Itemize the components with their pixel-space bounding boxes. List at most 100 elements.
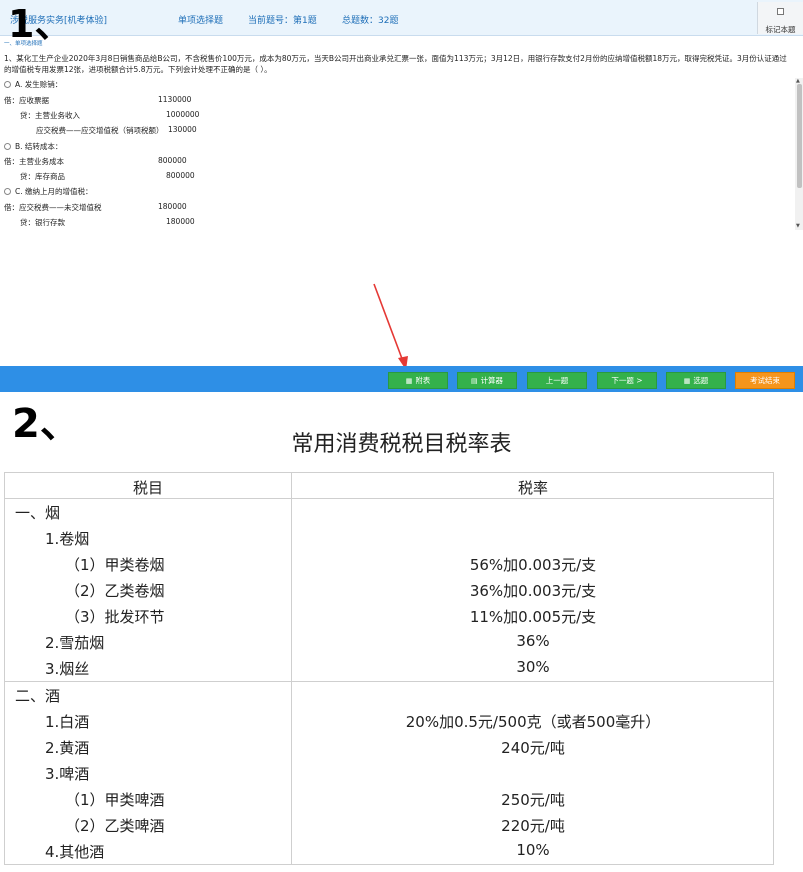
finish-exam-button[interactable]: 考试结束 [735, 372, 795, 389]
item-cell: （3）批发环节 [65, 608, 165, 626]
next-question-button[interactable]: 下一题 > [597, 372, 657, 389]
scroll-down-icon[interactable]: ▼ [796, 223, 800, 229]
rate-cell: 36% [516, 632, 550, 650]
item-cell: 2.黄酒 [45, 739, 90, 757]
header-rate: 税率 [517, 479, 548, 497]
item-cell: 1.白酒 [45, 713, 90, 731]
select-question-button[interactable]: ▦ 选题 [666, 372, 726, 389]
exam-header-bar: 涉税服务实务[机考体验] 单项选择题 当前题号：第1题 总题数：32题 标记本题 [0, 0, 803, 36]
option-a-label: A. 发生赊销： [15, 80, 63, 89]
entry-line: 贷：银行存款 [20, 218, 65, 227]
mark-checkbox[interactable] [777, 8, 784, 15]
item-cell: （1）甲类啤酒 [65, 791, 165, 809]
rate-cell: 250元/吨 [501, 791, 565, 809]
select-question-label: 选题 [693, 376, 709, 385]
option-b-label: B. 结转成本： [15, 142, 63, 151]
option-b[interactable]: B. 结转成本： [4, 141, 62, 152]
rate-table: 税目 税率 一、烟 1.卷烟 （1）甲类卷烟 56%加0.003元/支 （2）乙类… [4, 472, 774, 865]
rate-cell: 240元/吨 [501, 739, 565, 757]
table-row: 1.白酒 20%加0.5元/500克（或者500毫升） [5, 708, 773, 734]
option-c-label: C. 缴纳上月的增值税： [15, 187, 93, 196]
entry-amount: 800000 [158, 156, 187, 165]
entry-line: 贷：主营业务收入 [20, 111, 80, 120]
item-cell: 一、烟 [15, 504, 61, 522]
table-row: 3.烟丝 30% [5, 655, 773, 681]
radio-a[interactable] [4, 81, 11, 88]
header-item: 税目 [132, 479, 163, 497]
table-row: （2）乙类啤酒 220元/吨 [5, 812, 773, 838]
table-row: 一、烟 [5, 499, 773, 525]
item-cell: 二、酒 [15, 687, 61, 705]
item-cell: 3.烟丝 [45, 660, 90, 678]
item-cell: 2.雪茄烟 [45, 634, 105, 652]
entry-amount: 180000 [158, 202, 187, 211]
rate-table-title: 常用消费税税目税率表 [291, 432, 512, 457]
entry-line: 借：应收票据 [4, 96, 49, 105]
option-c[interactable]: C. 缴纳上月的增值税： [4, 186, 93, 197]
entry-amount: 180000 [166, 217, 195, 226]
attachment-table-button[interactable]: ▦ 附表 [388, 372, 448, 389]
rate-cell: 220元/吨 [501, 817, 565, 835]
scroll-up-icon[interactable]: ▲ [796, 78, 800, 84]
exam-screen: 涉税服务实务[机考体验] 单项选择题 当前题号：第1题 总题数：32题 标记本题… [0, 0, 803, 392]
table-row: 4.其他酒 10% [5, 838, 773, 864]
item-cell: 4.其他酒 [45, 843, 105, 861]
table-row: 二、酒 [5, 682, 773, 708]
current-question: 当前题号：第1题 [248, 16, 317, 26]
prev-question-label: 上一题 [545, 376, 569, 385]
exam-toolbar: ▦ 附表 ▤ 计算器 上一题 下一题 > ▦ 选题 考试结束 [0, 366, 803, 392]
table-row: （1）甲类啤酒 250元/吨 [5, 786, 773, 812]
entry-amount: 1000000 [166, 110, 200, 119]
section-label: 一、单项选择题 [4, 41, 43, 47]
item-cell: 1.卷烟 [45, 530, 90, 548]
next-question-label: 下一题 > [611, 376, 643, 385]
question-text: 1、某化工生产企业2020年3月8日销售商品给B公司，不含税售价100万元，成本… [4, 54, 787, 74]
entry-line: 应交税费——应交增值税（销项税额） [36, 126, 164, 135]
table-group-tobacco: 一、烟 1.卷烟 （1）甲类卷烟 56%加0.003元/支 （2）乙类卷烟 36%加… [5, 499, 773, 682]
radio-b[interactable] [4, 143, 11, 150]
options-area: A. 发生赊销： 借：应收票据 1130000 贷：主营业务收入 1000000… [0, 75, 790, 235]
option-a[interactable]: A. 发生赊销： [4, 79, 62, 90]
mark-question-label: 标记本题 [765, 25, 796, 34]
radio-c[interactable] [4, 188, 11, 195]
entry-line: 借：主营业务成本 [4, 157, 64, 166]
attachment-table-label: 附表 [415, 376, 431, 385]
item-cell: （1）甲类卷烟 [65, 556, 165, 574]
finish-exam-label: 考试结束 [750, 376, 780, 385]
calculator-icon: ▤ [470, 377, 478, 385]
entry-amount: 130000 [168, 125, 197, 134]
entry-amount: 800000 [166, 171, 195, 180]
rate-cell: 11%加0.005元/支 [469, 608, 597, 626]
scrollbar-thumb[interactable] [797, 84, 802, 188]
rate-cell: 20%加0.5元/500克（或者500毫升） [405, 713, 661, 731]
rate-cell: 10% [516, 841, 550, 859]
entry-line: 贷：库存商品 [20, 172, 65, 181]
rate-cell: 30% [516, 658, 550, 676]
calculator-label: 计算器 [480, 376, 504, 385]
table-row: （1）甲类卷烟 56%加0.003元/支 [5, 551, 773, 577]
table-row: （3）批发环节 11%加0.005元/支 [5, 603, 773, 629]
question-type: 单项选择题 [178, 16, 224, 26]
red-arrow-annotation-icon [373, 283, 408, 370]
entry-line: 借：应交税费——未交增值税 [4, 203, 102, 212]
table-row: 1.卷烟 [5, 525, 773, 551]
table-group-alcohol: 二、酒 1.白酒 20%加0.5元/500克（或者500毫升） 2.黄酒 240元/… [5, 682, 773, 864]
table-row: （2）乙类卷烟 36%加0.003元/支 [5, 577, 773, 603]
item-cell: （2）乙类啤酒 [65, 817, 165, 835]
mark-question-toggle[interactable]: 标记本题 [757, 2, 803, 34]
item-cell: 3.啤酒 [45, 765, 90, 783]
table-row: 2.雪茄烟 36% [5, 629, 773, 655]
rate-cell: 36%加0.003元/支 [469, 582, 597, 600]
rate-cell: 56%加0.003元/支 [469, 556, 597, 574]
item-cell: （2）乙类卷烟 [65, 582, 165, 600]
rate-table-header: 税目 税率 [5, 473, 773, 499]
table-row: 2.黄酒 240元/吨 [5, 734, 773, 760]
total-questions: 总题数：32题 [342, 16, 399, 26]
prev-question-button[interactable]: 上一题 [527, 372, 587, 389]
rate-table-section: 2、 常用消费税税目税率表 税目 税率 一、烟 1.卷烟 （1）甲类卷烟 56%加… [0, 392, 803, 872]
grid-icon: ▦ [683, 377, 691, 385]
table-row: 3.啤酒 [5, 760, 773, 786]
entry-amount: 1130000 [158, 95, 192, 104]
calculator-button[interactable]: ▤ 计算器 [457, 372, 517, 389]
table-icon: ▦ [405, 377, 413, 385]
